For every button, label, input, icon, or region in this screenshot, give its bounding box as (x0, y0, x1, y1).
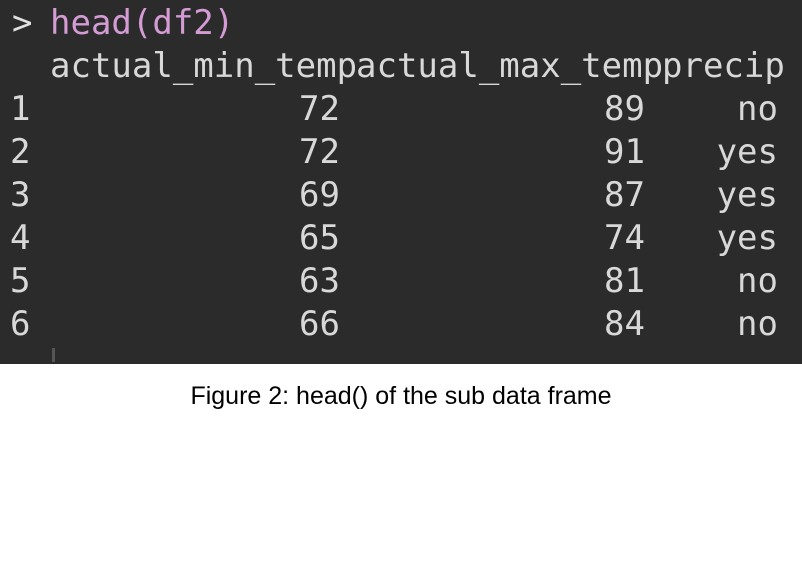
cell-precip: yes (716, 218, 778, 258)
column-header-actual-min-temp: actual_min_temp (50, 46, 358, 86)
figure-caption: Figure 2: head() of the sub data frame (190, 382, 612, 410)
column-header-actual-max-temp: actual_max_temp (356, 46, 664, 86)
cell-precip: no (737, 261, 778, 301)
table-header-row: actual_min_temp actual_max_temp precip (0, 45, 802, 88)
cell-actual-min-temp: 72 (299, 89, 340, 129)
cell-actual-min-temp: 72 (299, 132, 340, 172)
cell-actual-max-temp: 89 (604, 89, 645, 129)
cell-precip: yes (716, 175, 778, 215)
cell-actual-max-temp: 74 (604, 218, 645, 258)
cell-actual-max-temp: 84 (604, 304, 645, 344)
command-text: head(df2) (50, 3, 235, 43)
cell-actual-min-temp: 65 (299, 218, 340, 258)
cell-precip: yes (716, 132, 778, 172)
table-row: 2 72 91 yes (0, 131, 802, 174)
row-index: 4 (10, 218, 31, 258)
cell-actual-min-temp: 66 (299, 304, 340, 344)
cell-precip: no (737, 304, 778, 344)
cell-actual-max-temp: 81 (604, 261, 645, 301)
cell-precip: no (737, 89, 778, 129)
row-index: 3 (10, 175, 31, 215)
r-console-output: > head(df2) actual_min_temp actual_max_t… (0, 0, 802, 364)
command-line: > head(df2) (0, 2, 802, 45)
column-header-precip: precip (662, 46, 785, 86)
row-index: 2 (10, 132, 31, 172)
prompt-symbol: > (12, 3, 33, 43)
cell-actual-min-temp: 69 (299, 175, 340, 215)
cell-actual-max-temp: 91 (604, 132, 645, 172)
table-row: 5 63 81 no (0, 260, 802, 303)
cell-actual-min-temp: 63 (299, 261, 340, 301)
text-cursor (52, 348, 55, 362)
cell-actual-max-temp: 87 (604, 175, 645, 215)
row-index: 6 (10, 304, 31, 344)
table-row: 1 72 89 no (0, 88, 802, 131)
row-index: 5 (10, 261, 31, 301)
table-row: 3 69 87 yes (0, 174, 802, 217)
table-row: 4 65 74 yes (0, 217, 802, 260)
row-index: 1 (10, 89, 31, 129)
table-row: 6 66 84 no (0, 303, 802, 346)
